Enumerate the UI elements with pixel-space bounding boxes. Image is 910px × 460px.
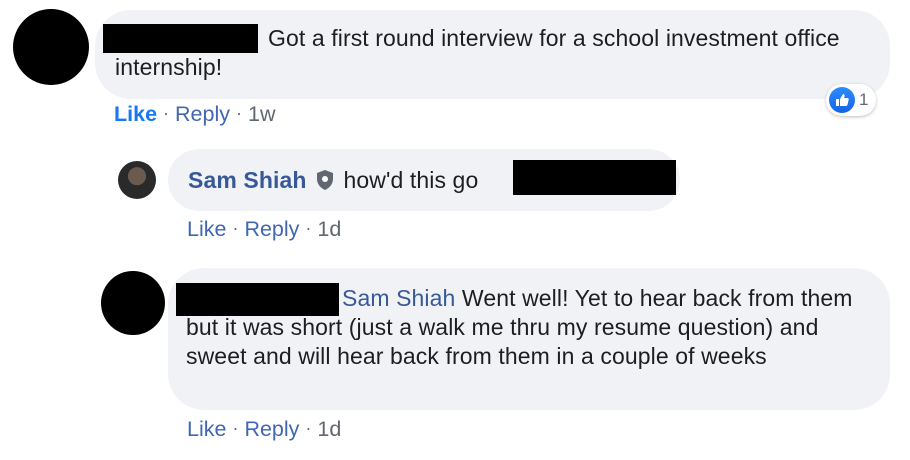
comment-text: how'd this go <box>343 167 479 193</box>
commenter-avatar-redacted[interactable] <box>101 271 165 335</box>
timestamp[interactable]: 1d <box>317 417 341 441</box>
reply-bubble: Sam Shiah how'd this go <box>168 149 680 211</box>
reply-button[interactable]: Reply <box>244 217 299 241</box>
comment-actions: Like · Reply · 1w <box>114 102 276 126</box>
mention-link[interactable]: Sam Shiah <box>342 285 455 311</box>
like-button[interactable]: Like <box>187 217 226 241</box>
reply-button[interactable]: Reply <box>175 102 230 126</box>
author-name-redacted[interactable] <box>103 24 258 53</box>
author-name-redacted[interactable] <box>176 283 339 316</box>
shield-icon <box>315 169 335 198</box>
reaction-count-text: 1 <box>859 90 869 109</box>
comment-actions: Like · Reply · 1d <box>187 417 342 441</box>
like-button[interactable]: Like <box>187 417 226 441</box>
redacted-mention <box>513 160 676 195</box>
like-button[interactable]: Like <box>114 102 157 126</box>
reply-bubble: Sam Shiah Went well! Yet to hear back fr… <box>168 268 890 410</box>
commenter-avatar-redacted[interactable] <box>13 9 89 85</box>
comment-bubble: Got a first round interview for a school… <box>95 10 890 99</box>
like-icon <box>829 87 855 113</box>
author-name[interactable]: Sam Shiah <box>188 167 307 193</box>
timestamp[interactable]: 1d <box>317 217 341 241</box>
reaction-count[interactable]: 1 <box>826 84 877 116</box>
reply-button[interactable]: Reply <box>244 417 299 441</box>
timestamp[interactable]: 1w <box>248 102 275 126</box>
sam-shiah-avatar[interactable] <box>118 161 156 199</box>
comment-actions: Like · Reply · 1d <box>187 217 342 241</box>
